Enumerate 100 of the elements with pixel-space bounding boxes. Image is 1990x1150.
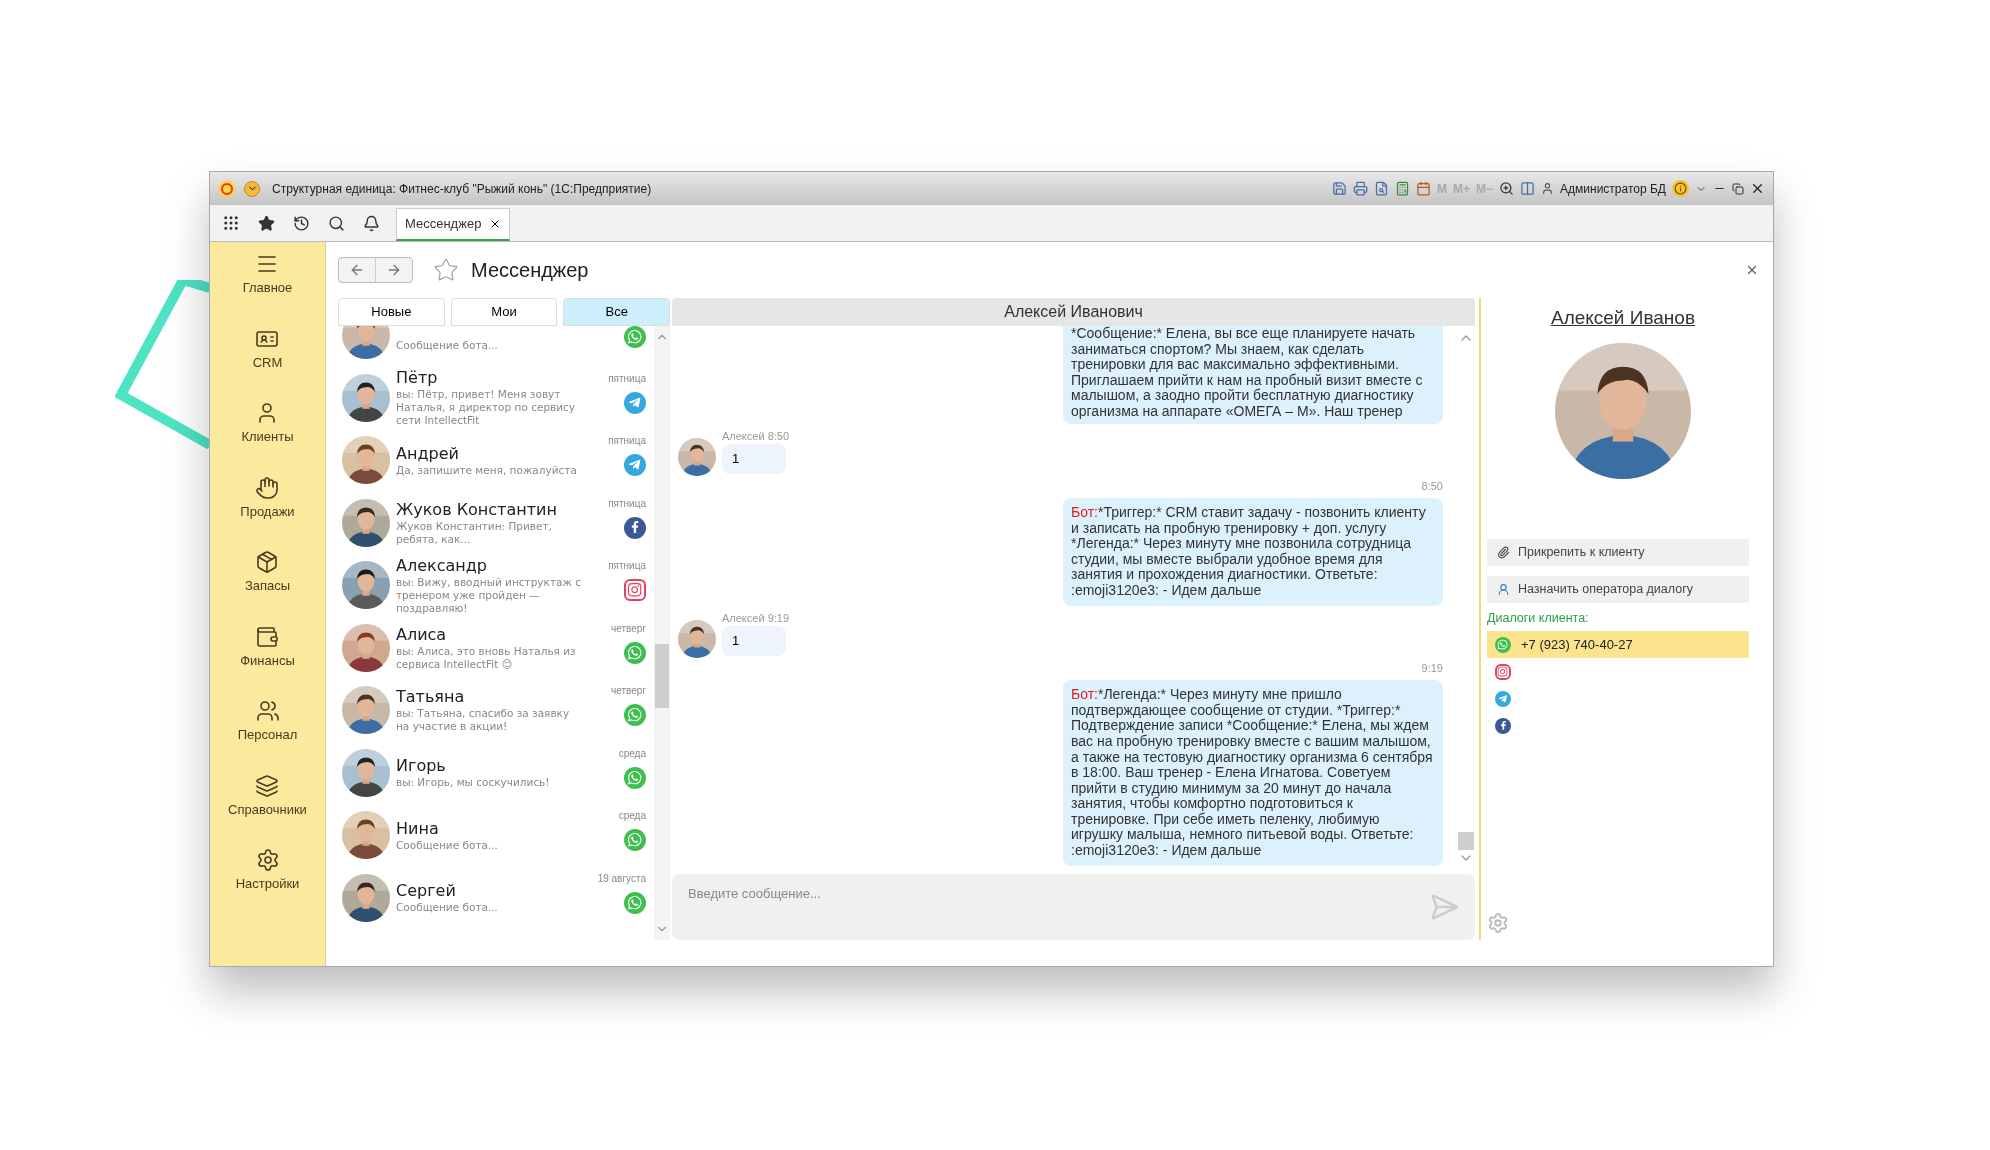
contact-name: Пётр: [396, 368, 439, 389]
zoom-icon[interactable]: [1499, 181, 1515, 196]
dialog-item[interactable]: +7 (923) 740-40-27: [1487, 631, 1749, 659]
contact-item[interactable]: Жуков Константин Жуков Константин: Привет, ребята, как... пятница: [338, 491, 654, 554]
whatsapp-icon: [624, 891, 646, 914]
message-field[interactable]: Введите сообщение...: [672, 874, 1475, 940]
history-icon[interactable]: [293, 214, 310, 232]
message-date: пятница: [608, 434, 646, 448]
contact-item[interactable]: Сообщение бота...: [338, 326, 654, 367]
chat-header: Алексей Иванович: [672, 298, 1475, 326]
message-preview: вы: Алиса, это вновь Наталья из сервиса IntellectFit 😊: [396, 644, 577, 671]
scroll-thumb[interactable]: [655, 644, 669, 708]
close-icon[interactable]: [1745, 263, 1759, 277]
notifications-icon[interactable]: [363, 214, 380, 232]
page-title: Мессенджер: [471, 258, 589, 283]
forward-icon[interactable]: [386, 262, 402, 278]
scroll-thumb[interactable]: [1458, 832, 1474, 850]
close-icon[interactable]: [1750, 181, 1765, 196]
user-icon: [1541, 182, 1555, 195]
sidebar-item[interactable]: Запасы: [244, 550, 291, 625]
dialogs-label: Диалоги клиента:: [1487, 609, 1590, 627]
favorite-icon[interactable]: [433, 257, 459, 283]
save-icon[interactable]: [1332, 181, 1348, 196]
contact-name: Жуков Константин: [396, 499, 558, 520]
message-preview: Да, запишите меня, пожалуйста: [396, 463, 578, 477]
contact-name: Александр: [396, 555, 488, 576]
print-icon[interactable]: [1353, 181, 1369, 196]
contact-name: Алиса: [396, 624, 448, 645]
restore-icon[interactable]: [1732, 182, 1744, 195]
whatsapp-icon: [624, 326, 646, 348]
calendar-icon[interactable]: [1416, 181, 1432, 196]
section-icon: [255, 550, 280, 574]
sidebar-item[interactable]: Главное: [242, 252, 293, 327]
window-tab[interactable]: Мессенджер: [396, 208, 511, 241]
contact-name: Игорь: [396, 756, 447, 777]
filter-tab[interactable]: Мои: [450, 298, 558, 326]
contact-name: Татьяна: [396, 687, 466, 708]
filter-tab[interactable]: Новые: [338, 298, 445, 326]
action-button[interactable]: Прикрепить к клиенту: [1487, 538, 1749, 566]
user-name[interactable]: Администратор БД: [1560, 179, 1666, 198]
calculator-icon[interactable]: [1395, 181, 1411, 196]
message-time: 9:19: [1421, 660, 1443, 676]
message-time: 8:50: [1421, 478, 1443, 494]
telegram-icon: [624, 454, 646, 476]
window-title: Структурная единица: Фитнес-клуб "Рыжий конь" (1С:Предприятие): [272, 180, 652, 198]
message-date: 19 августа: [597, 871, 646, 886]
contact-item[interactable]: Нина Сообщение бота... среда: [338, 804, 654, 867]
search-icon[interactable]: [328, 214, 345, 232]
sidebar-item[interactable]: Справочники: [228, 773, 307, 848]
sidebar-item[interactable]: CRM: [252, 326, 283, 401]
message-date: среда: [618, 746, 646, 761]
contact-item[interactable]: Пётр вы: Пётр, привет! Меня зовут Наталья, я директор по сервису сети IntellectFit пятница: [338, 366, 654, 429]
message-preview: вы: Татьяна, спасибо за заявку на участие в акции!: [396, 707, 571, 734]
client-name-link[interactable]: Алексей Иванов: [1550, 304, 1696, 333]
settings-icon[interactable]: [1487, 912, 1509, 934]
whatsapp-icon: [624, 704, 646, 726]
whatsapp-icon: [624, 829, 646, 851]
telegram-icon: [624, 391, 646, 414]
contact-item[interactable]: Сергей Сообщение бота... 19 августа: [338, 866, 654, 929]
message-preview: вы: Вижу, вводный инструктаж с тренером уже пройден — поздравляю!: [396, 575, 583, 615]
section-icon: [255, 773, 280, 798]
message-input[interactable]: Введите сообщение...: [688, 884, 1429, 904]
sidebar-item[interactable]: Персонал: [237, 699, 298, 774]
apps-icon[interactable]: [222, 214, 240, 232]
message-preview: Жуков Константин: Привет, ребята, как...: [396, 519, 553, 546]
section-icon: [255, 624, 280, 649]
contact-item[interactable]: Алиса вы: Алиса, это вновь Наталья из сервиса IntellectFit 😊 четверг: [338, 616, 654, 679]
contact-name: Нина: [396, 818, 440, 839]
contact-item[interactable]: Андрей Да, запишите меня, пожалуйста пятница: [338, 429, 654, 492]
sidebar-item[interactable]: Продажи: [240, 475, 295, 550]
contact-item[interactable]: Игорь вы: Игорь, мы соскучились! среда: [338, 741, 654, 804]
panels-icon[interactable]: [1520, 181, 1536, 196]
logo-icon: [218, 179, 236, 198]
contact-item[interactable]: Александр вы: Вижу, вводный инструктаж с тренером уже пройден — поздравляю! пятница: [338, 554, 654, 617]
preview-icon[interactable]: [1374, 181, 1390, 196]
action-button[interactable]: Назначить оператора диалогу: [1487, 575, 1749, 603]
section-icon: [255, 475, 280, 500]
facebook-icon: [1495, 717, 1511, 734]
favorites-icon[interactable]: [258, 214, 275, 232]
sidebar-item[interactable]: Клиенты: [241, 401, 294, 476]
message-meta: Алексей 9:19: [722, 610, 790, 626]
message-date: среда: [618, 809, 646, 823]
message-preview: Сообщение бота...: [396, 338, 499, 352]
telegram-icon: [1495, 690, 1511, 707]
sidebar-item[interactable]: Настройки: [235, 848, 300, 923]
menu-dropdown-icon[interactable]: [244, 180, 260, 197]
paperclip-icon: [1497, 545, 1510, 559]
sidebar-item[interactable]: Финансы: [240, 624, 295, 699]
contact-item[interactable]: Татьяна вы: Татьяна, спасибо за заявку на участие в акции! четверг: [338, 679, 654, 742]
section-icon: [255, 699, 280, 723]
message-preview: вы: Пётр, привет! Меня зовут Наталья, я директор по сервису сети IntellectFit: [396, 388, 577, 428]
message-meta: Алексей 8:50: [722, 428, 790, 444]
instagram-icon: [1495, 663, 1511, 680]
contact-name: Сергей: [396, 881, 457, 902]
contact-name: Андрей: [396, 443, 460, 464]
whatsapp-icon: [624, 766, 646, 789]
filter-tab[interactable]: Все: [563, 298, 670, 326]
back-icon[interactable]: [349, 262, 365, 278]
info-icon[interactable]: [1672, 180, 1689, 197]
message-preview: вы: Игорь, мы соскучились!: [396, 776, 551, 790]
